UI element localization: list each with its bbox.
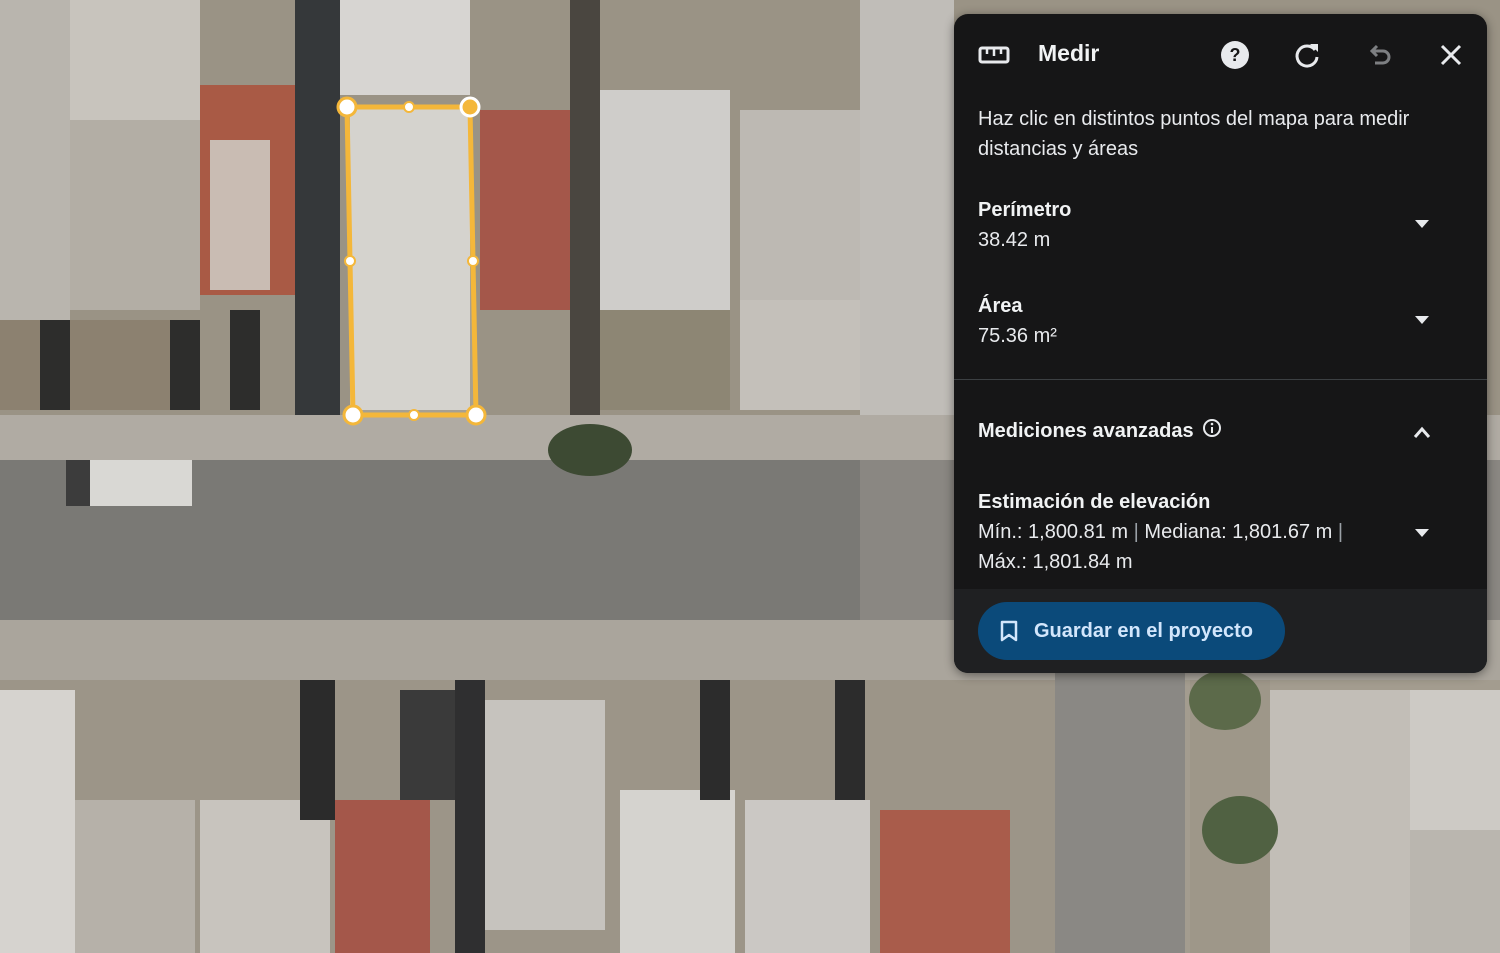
- separator: |: [1133, 521, 1139, 543]
- elevation-median: Mediana: 1,801.67 m: [1144, 521, 1333, 543]
- midpoint-handle[interactable]: [467, 255, 479, 267]
- chevron-up-icon[interactable]: [1412, 423, 1432, 443]
- midpoint-handle[interactable]: [344, 255, 356, 267]
- area-section: Área 75.36 m²: [978, 291, 1458, 351]
- perimeter-value: 38.42 m: [978, 229, 1051, 251]
- save-button-label: Guardar en el proyecto: [1034, 619, 1253, 642]
- panel-footer: Guardar en el proyecto: [954, 589, 1487, 673]
- instructions-text: Haz clic en distintos puntos del mapa pa…: [978, 108, 1410, 160]
- advanced-measurements-label: Mediciones avanzadas: [978, 419, 1194, 442]
- perimeter-label: Perímetro: [978, 199, 1072, 221]
- vertex-handle[interactable]: [336, 96, 358, 118]
- vertex-handle[interactable]: [459, 96, 481, 118]
- save-to-project-button[interactable]: Guardar en el proyecto: [978, 602, 1285, 660]
- undo-icon[interactable]: [1362, 38, 1396, 72]
- measured-area-polygon[interactable]: [344, 104, 479, 418]
- chevron-down-icon[interactable]: [1412, 214, 1432, 234]
- midpoint-handle[interactable]: [403, 101, 415, 113]
- advanced-measurements-header[interactable]: Mediciones avanzadas: [978, 418, 1222, 444]
- bookmark-icon: [1000, 620, 1018, 642]
- refresh-icon[interactable]: [1290, 38, 1324, 72]
- chevron-down-icon[interactable]: [1412, 310, 1432, 330]
- elevation-values: Mín.: 1,800.81 m | Mediana: 1,801.67 m |…: [978, 517, 1458, 577]
- info-icon[interactable]: [1202, 418, 1222, 444]
- elevation-min: Mín.: 1,800.81 m: [978, 521, 1129, 543]
- svg-text:?: ?: [1230, 45, 1241, 65]
- chevron-down-icon[interactable]: [1412, 523, 1432, 543]
- vertex-handle[interactable]: [465, 404, 487, 426]
- divider: [954, 379, 1487, 380]
- panel-title: Medir: [1038, 40, 1100, 66]
- ruler-icon: [978, 44, 1010, 71]
- elevation-label: Estimación de elevación: [978, 491, 1211, 513]
- area-label: Área: [978, 295, 1023, 317]
- perimeter-section: Perímetro 38.42 m: [978, 195, 1458, 255]
- measure-panel: Medir ? Haz clic en distintos puntos del…: [954, 14, 1487, 673]
- elevation-max: Máx.: 1,801.84 m: [978, 551, 1133, 573]
- help-icon[interactable]: ?: [1218, 38, 1252, 72]
- vertex-handle[interactable]: [342, 404, 364, 426]
- area-value: 75.36 m²: [978, 325, 1057, 347]
- midpoint-handle[interactable]: [408, 409, 420, 421]
- panel-header: Medir ?: [954, 14, 1487, 98]
- elevation-section: Estimación de elevación Mín.: 1,800.81 m…: [978, 487, 1458, 577]
- separator: |: [1337, 521, 1344, 543]
- close-icon[interactable]: [1434, 38, 1468, 72]
